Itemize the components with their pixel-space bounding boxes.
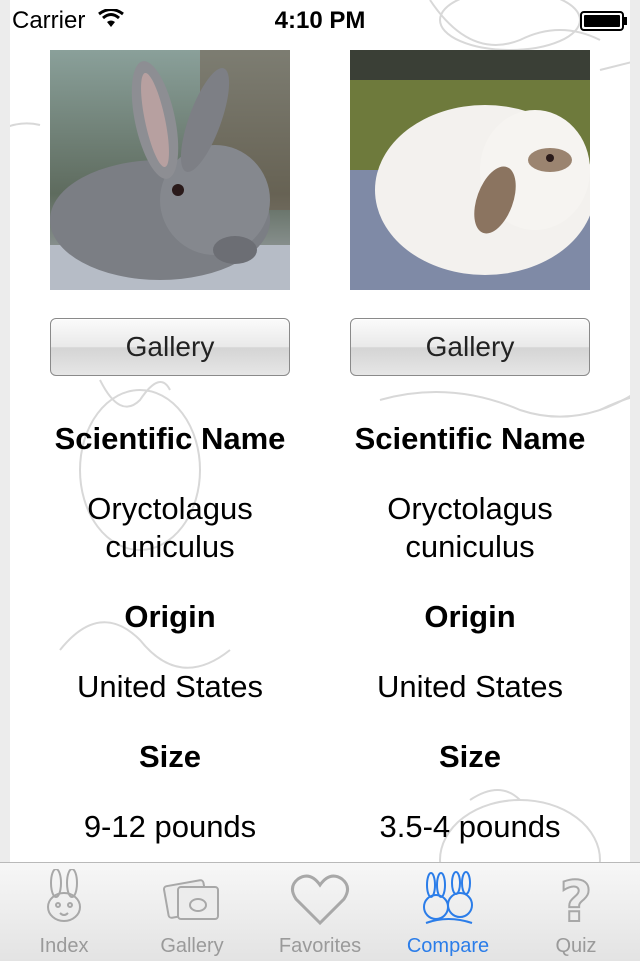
- rabbit-photo: [350, 50, 590, 290]
- tab-gallery[interactable]: Gallery: [128, 863, 256, 961]
- question-icon: ?: [559, 869, 593, 929]
- svg-text:?: ?: [560, 870, 592, 929]
- clock: 4:10 PM: [274, 7, 366, 34]
- size-value: 9-12 pounds: [83, 809, 257, 844]
- scientific-name-label: Scientific Name: [54, 421, 286, 456]
- tab-index[interactable]: Index: [0, 863, 128, 961]
- tab-compare[interactable]: Compare: [384, 863, 512, 961]
- rabbit-icon: [47, 869, 81, 922]
- scientific-name-value: Oryctolagus cuniculus: [87, 491, 253, 564]
- tab-label: Compare: [406, 935, 490, 957]
- size-value: 3.5-4 pounds: [379, 809, 561, 844]
- origin-value: United States: [76, 669, 264, 704]
- status-bar: Carrier 4:10 PM: [0, 0, 640, 40]
- rabbit-photo-left: [50, 50, 290, 290]
- tab-quiz[interactable]: ? Quiz: [512, 863, 640, 961]
- gallery-button-left[interactable]: Gallery: [50, 318, 290, 376]
- gallery-button-right[interactable]: Gallery: [350, 318, 590, 376]
- tab-bar: Index Gallery Favorites Compare ? Quiz: [0, 862, 640, 961]
- rabbit-photo: [50, 50, 290, 290]
- tab-label: Index: [39, 935, 89, 957]
- size-label: Size: [138, 739, 202, 774]
- origin-label: Origin: [424, 599, 516, 634]
- tab-label: Favorites: [278, 935, 362, 957]
- compare-view[interactable]: Gallery Scientific Name Oryctolagus cuni…: [0, 40, 640, 862]
- scientific-name-label: Scientific Name: [354, 421, 586, 456]
- battery-icon: [580, 11, 627, 31]
- tab-label: Gallery: [160, 935, 224, 957]
- heart-icon: [291, 874, 349, 926]
- photos-icon: [163, 879, 219, 920]
- origin-value: United States: [376, 669, 564, 704]
- compare-column-right: Gallery Scientific Name Oryctolagus cuni…: [320, 50, 620, 846]
- tab-label: Quiz: [555, 935, 597, 957]
- tab-favorites[interactable]: Favorites: [256, 863, 384, 961]
- size-label: Size: [438, 739, 502, 774]
- rabbit-photo-right: [350, 50, 590, 290]
- origin-label: Origin: [124, 599, 216, 634]
- two-rabbits-icon: [423, 871, 473, 924]
- compare-column-left: Gallery Scientific Name Oryctolagus cuni…: [20, 50, 320, 846]
- scientific-name-value: Oryctolagus cuniculus: [387, 491, 553, 564]
